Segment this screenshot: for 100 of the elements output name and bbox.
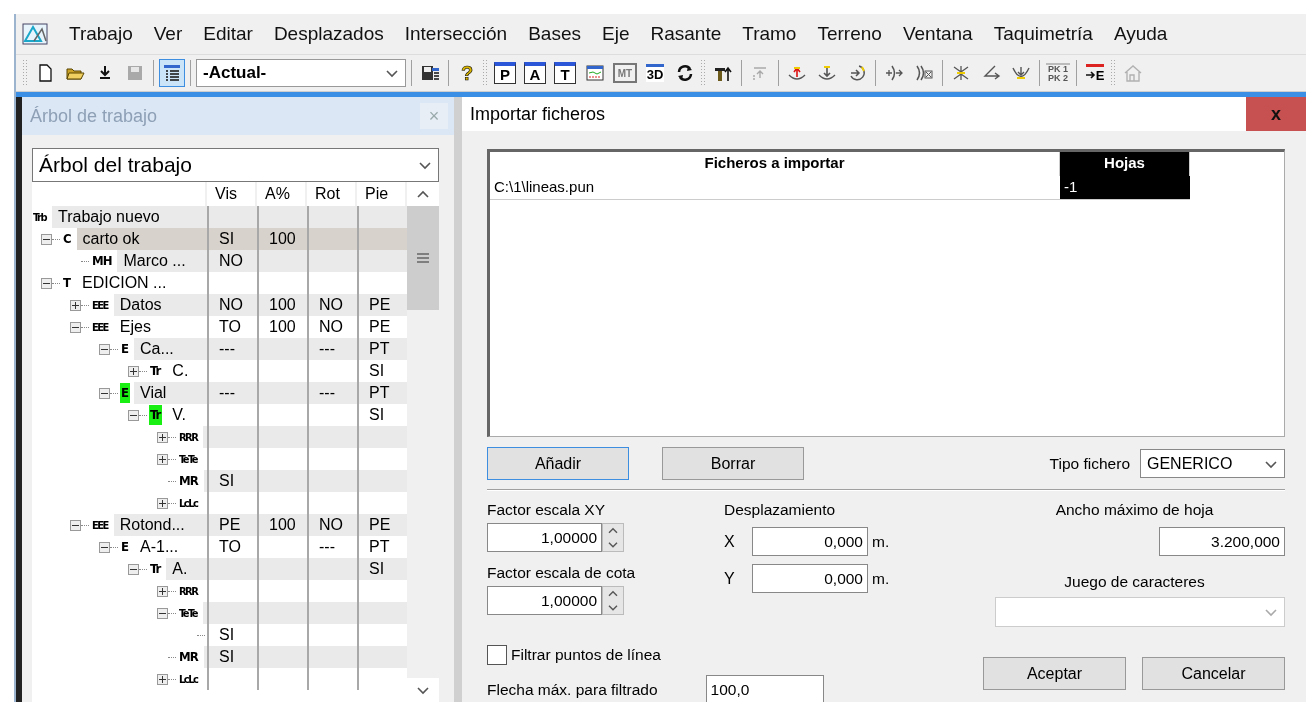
tree-row[interactable]: E Vial --- --- PT bbox=[32, 382, 407, 404]
checkbox[interactable] bbox=[487, 645, 507, 665]
expand-icon[interactable] bbox=[157, 673, 168, 685]
tree-row[interactable]: E Ca... --- --- PT bbox=[32, 338, 407, 360]
menu-item[interactable]: Ventana bbox=[902, 23, 973, 45]
table-cell: TO bbox=[219, 538, 241, 555]
tree-row[interactable]: EEE Rotond... PE 100 NO PE bbox=[32, 514, 407, 536]
scale-field[interactable]: 1,00000 bbox=[487, 523, 602, 552]
offset-field[interactable]: 0,000 bbox=[752, 564, 868, 593]
tree-row[interactable]: EEE Datos NO 100 NO PE bbox=[32, 294, 407, 316]
tree-row[interactable]: Trb Trabajo nuevo bbox=[32, 206, 407, 228]
field-label: Tipo fichero bbox=[1049, 454, 1130, 473]
list-view-button[interactable] bbox=[159, 59, 185, 87]
node-type-icon: RRR bbox=[178, 427, 200, 447]
panel-title: Árbol de trabajo bbox=[30, 105, 158, 127]
menu-item[interactable]: Desplazados bbox=[273, 23, 384, 45]
collapse-icon[interactable] bbox=[99, 343, 110, 355]
table-cell: 100 bbox=[269, 318, 296, 335]
chevron-up-icon bbox=[416, 189, 430, 199]
menu-item[interactable]: Bases bbox=[528, 23, 581, 45]
tree-row[interactable]: MR SI bbox=[32, 646, 407, 668]
table-cell: PT bbox=[369, 538, 390, 555]
grip-icon bbox=[416, 252, 430, 264]
field-label: X bbox=[724, 532, 736, 551]
expand-icon[interactable] bbox=[157, 453, 168, 465]
menu-item[interactable]: Tramo bbox=[742, 23, 797, 45]
table-cell: PT bbox=[369, 340, 390, 357]
letter-tile-button[interactable]: A bbox=[522, 59, 548, 87]
node-name: EDICION ... bbox=[81, 273, 168, 293]
collapse-icon[interactable] bbox=[41, 233, 52, 245]
tree-row[interactable]: MH Marco ... NO bbox=[32, 250, 407, 272]
dropdown-value: -Actual- bbox=[203, 63, 267, 83]
chevron-down-icon bbox=[1264, 607, 1278, 617]
menu-item[interactable]: Eje bbox=[602, 23, 630, 45]
collapse-icon[interactable] bbox=[157, 607, 168, 619]
table-cell: 100 bbox=[269, 230, 296, 247]
table-cell: 100 bbox=[269, 516, 296, 533]
node-type-icon: E bbox=[120, 383, 130, 403]
field-label: Y bbox=[724, 569, 736, 588]
tree-row[interactable]: TeTe bbox=[32, 602, 407, 624]
table-cell: PE bbox=[369, 318, 391, 335]
menu-item[interactable]: Trabajo bbox=[69, 23, 133, 45]
expand-icon[interactable] bbox=[157, 585, 168, 597]
node-name: A. bbox=[166, 558, 207, 580]
collapse-icon[interactable] bbox=[70, 519, 81, 531]
letter-tile-button[interactable]: P bbox=[492, 59, 518, 87]
menu-item[interactable]: Editar bbox=[203, 23, 253, 45]
menu-item[interactable]: Intersección bbox=[404, 23, 508, 45]
dialog-button[interactable]: Cancelar bbox=[1142, 657, 1285, 690]
menu-item[interactable]: Rasante bbox=[650, 23, 722, 45]
column-header[interactable]: Hojas bbox=[1060, 152, 1190, 176]
offset-field[interactable]: 0,000 bbox=[752, 527, 868, 556]
scroll-up-button[interactable] bbox=[407, 182, 439, 206]
table-cell: NO bbox=[319, 516, 343, 533]
collapse-icon[interactable] bbox=[99, 387, 110, 399]
tolerance-field[interactable]: 100,0 bbox=[705, 675, 824, 702]
letter-tile-button[interactable]: T bbox=[552, 59, 578, 87]
expand-icon[interactable] bbox=[157, 431, 168, 443]
collapse-icon[interactable] bbox=[41, 277, 52, 289]
arrow-letter-button[interactable]: E bbox=[1082, 59, 1108, 87]
width-field[interactable]: 3.200,000 bbox=[1159, 527, 1285, 556]
expand-icon[interactable] bbox=[70, 299, 81, 311]
menu-item[interactable]: Terreno bbox=[817, 23, 882, 45]
collapse-icon[interactable] bbox=[70, 321, 81, 333]
table-cell: --- bbox=[219, 340, 235, 357]
menu-item[interactable]: Ver bbox=[153, 23, 183, 45]
3d-view-button[interactable]: 3D bbox=[642, 59, 668, 87]
node-type-icon: EEE bbox=[91, 515, 110, 535]
tree-row[interactable]: C carto ok SI 100 bbox=[32, 228, 407, 250]
collapse-icon[interactable] bbox=[99, 541, 110, 553]
dialog-button[interactable]: Aceptar bbox=[983, 657, 1126, 690]
tree-row[interactable]: RRR bbox=[32, 426, 407, 448]
spin-buttons[interactable] bbox=[602, 586, 624, 615]
collapse-icon[interactable] bbox=[128, 563, 139, 575]
delete-button[interactable]: Borrar bbox=[662, 447, 804, 480]
dialog-title: Importar ficheros bbox=[470, 103, 606, 125]
chevron-down-icon bbox=[418, 160, 432, 170]
view-dropdown[interactable]: Árbol del trabajo bbox=[32, 148, 439, 182]
scrollbar-thumb[interactable] bbox=[407, 206, 439, 310]
view-dropdown[interactable]: -Actual- bbox=[196, 59, 406, 87]
table-cell: PT bbox=[369, 384, 390, 401]
table-cell: NO bbox=[219, 296, 243, 313]
scroll-down-button[interactable] bbox=[407, 678, 439, 702]
close-button[interactable]: x bbox=[1246, 97, 1306, 131]
file-type-dropdown[interactable]: GENERICO bbox=[1140, 449, 1285, 478]
node-name: Datos bbox=[113, 294, 207, 316]
menu-item[interactable]: Ayuda bbox=[1113, 23, 1168, 45]
expand-icon[interactable] bbox=[157, 497, 168, 509]
tree-row[interactable]: Tr A. SI bbox=[32, 558, 407, 580]
expand-icon[interactable] bbox=[128, 365, 139, 377]
collapse-icon[interactable] bbox=[128, 409, 139, 421]
table-cell: -1 bbox=[1060, 176, 1190, 200]
node-type-icon: E bbox=[120, 339, 130, 359]
add-button[interactable]: Añadir bbox=[487, 447, 629, 480]
menu-item[interactable]: Taquimetría bbox=[993, 23, 1093, 45]
spin-buttons[interactable] bbox=[602, 523, 624, 552]
table-cell: PE bbox=[369, 516, 391, 533]
scale-field[interactable]: 1,00000 bbox=[487, 586, 602, 615]
field-label: Flecha máx. para filtrado bbox=[487, 680, 658, 699]
tree-row[interactable]: MR SI bbox=[32, 470, 407, 492]
